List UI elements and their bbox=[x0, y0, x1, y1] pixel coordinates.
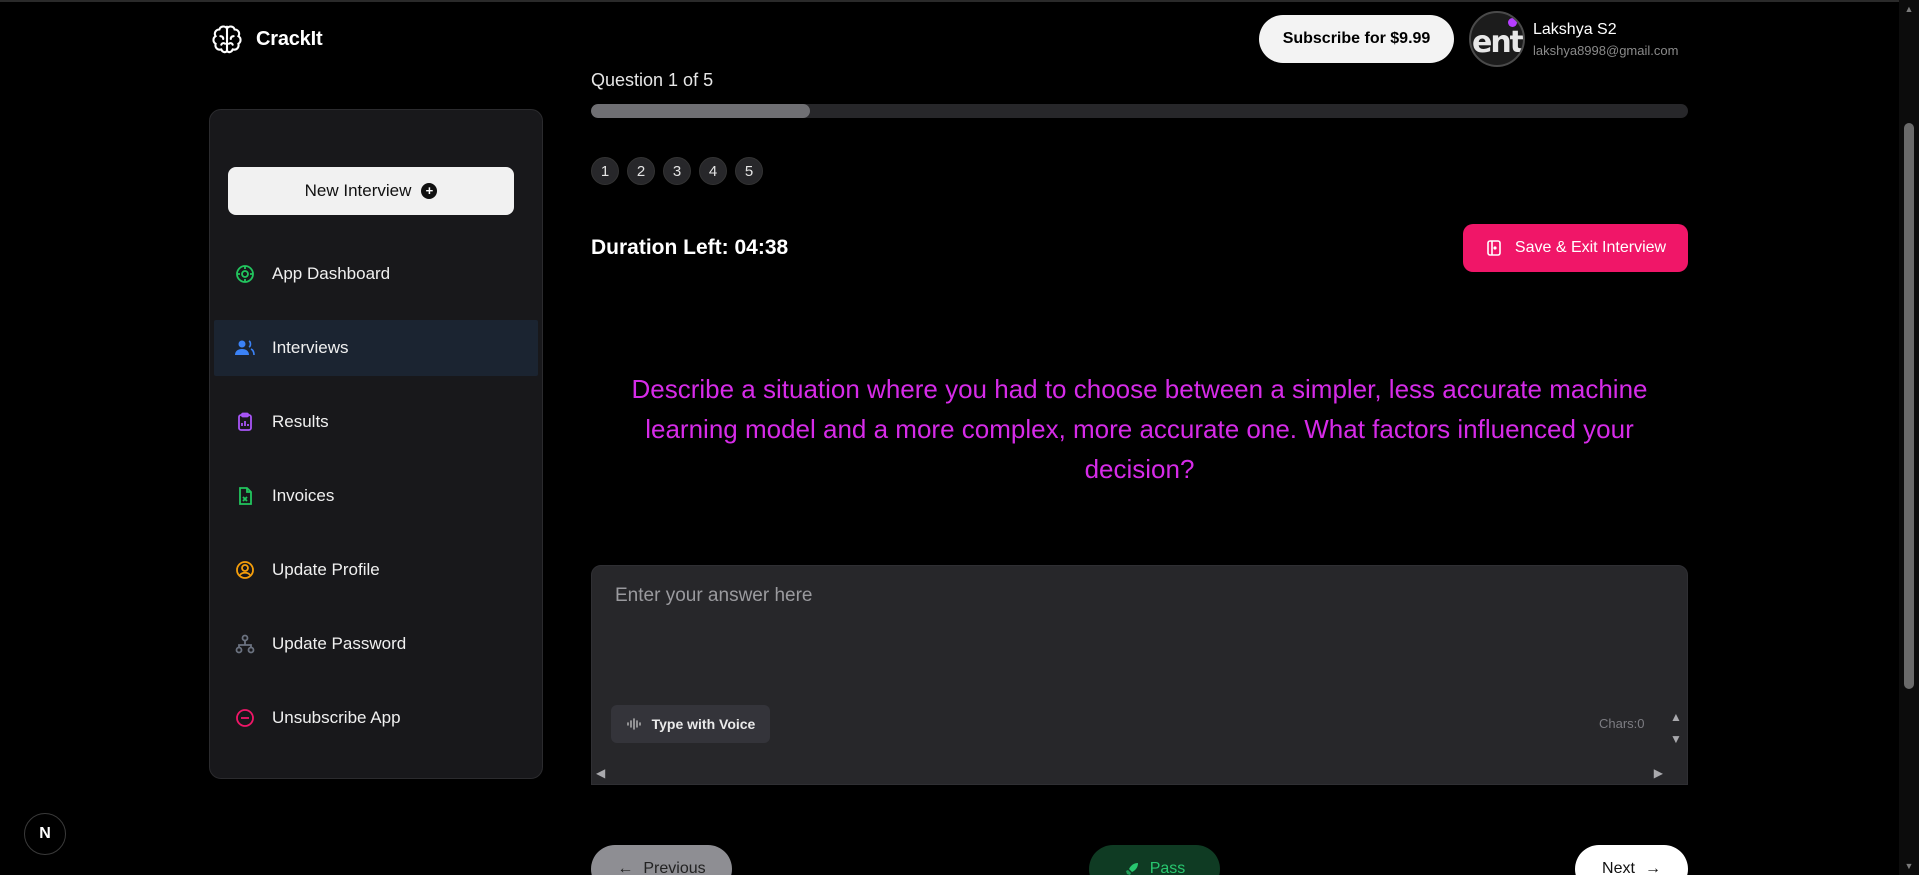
page-scroll-up-icon[interactable]: ▲ bbox=[1903, 3, 1915, 15]
question-counter: Question 1 of 5 bbox=[591, 70, 714, 90]
sidebar-item-update-password[interactable]: Update Password bbox=[214, 616, 538, 672]
top-border bbox=[0, 0, 1919, 2]
previous-button[interactable]: ← Previous bbox=[591, 845, 732, 875]
sidebar-item-label: Update Profile bbox=[272, 560, 380, 579]
pass-label: Pass bbox=[1149, 860, 1186, 875]
dashboard-icon bbox=[234, 263, 256, 285]
sidebar-nav: App Dashboard Interviews Results Invoice… bbox=[214, 246, 538, 764]
avatar-text: ent bbox=[1471, 24, 1523, 60]
previous-label: Previous bbox=[643, 860, 706, 875]
type-with-voice-button[interactable]: Type with Voice bbox=[611, 705, 770, 743]
char-count: Chars:0 bbox=[1599, 716, 1645, 731]
user-email: lakshya8998@gmail.com bbox=[1533, 42, 1679, 58]
scroll-right-arrow-icon[interactable]: ▶ bbox=[1654, 766, 1663, 780]
brain-icon bbox=[212, 25, 242, 54]
question-number-button[interactable]: 1 bbox=[591, 157, 619, 185]
sidebar-item-update-profile[interactable]: Update Profile bbox=[214, 542, 538, 598]
brand-name: CrackIt bbox=[256, 27, 323, 50]
scroll-up-arrow-icon[interactable]: ▲ bbox=[1665, 706, 1687, 728]
sidebar-item-label: Unsubscribe App bbox=[272, 708, 401, 727]
sidebar-item-label: Update Password bbox=[272, 634, 407, 653]
voice-label: Type with Voice bbox=[651, 716, 756, 732]
dev-tools-badge[interactable]: N bbox=[24, 813, 66, 855]
question-number-list: 1 2 3 4 5 bbox=[591, 157, 763, 185]
answer-vertical-scrollbar[interactable]: ▲ ▼ bbox=[1665, 706, 1687, 762]
sidebar-item-unsubscribe-app[interactable]: Unsubscribe App bbox=[214, 690, 538, 746]
online-status-dot bbox=[1508, 18, 1517, 27]
scroll-left-arrow-icon[interactable]: ◀ bbox=[596, 766, 605, 780]
sidebar-item-interviews[interactable]: Interviews bbox=[214, 320, 538, 376]
new-interview-label: New Interview bbox=[304, 181, 412, 200]
exit-icon bbox=[1487, 240, 1501, 256]
sidebar-item-app-dashboard[interactable]: App Dashboard bbox=[214, 246, 538, 302]
page-scroll-thumb[interactable] bbox=[1904, 123, 1914, 689]
avatar[interactable]: ent bbox=[1469, 11, 1525, 67]
answer-horizontal-scrollbar[interactable]: ◀ ▶ bbox=[592, 761, 1667, 784]
user-info: Lakshya S2 lakshya8998@gmail.com bbox=[1533, 21, 1678, 58]
sidebar: New Interview + App Dashboard Interviews… bbox=[209, 109, 543, 779]
answer-box: Type with Voice Chars:0 ▲ ▼ ◀ ▶ bbox=[591, 565, 1688, 785]
sidebar-item-label: Results bbox=[272, 412, 329, 431]
sidebar-item-label: App Dashboard bbox=[272, 264, 391, 283]
sidebar-item-invoices[interactable]: Invoices bbox=[214, 468, 538, 524]
user-circle-icon bbox=[234, 559, 256, 581]
user-menu[interactable]: ent Lakshya S2 lakshya8998@gmail.com bbox=[1469, 11, 1678, 67]
next-button[interactable]: Next → bbox=[1575, 845, 1688, 875]
sidebar-item-label: Interviews bbox=[272, 338, 349, 357]
progress-bar bbox=[591, 104, 1688, 118]
page-scroll-down-icon[interactable]: ▼ bbox=[1903, 860, 1915, 872]
minus-circle-icon bbox=[234, 707, 256, 729]
plus-circle-icon: + bbox=[421, 183, 438, 199]
pass-button[interactable]: Pass bbox=[1089, 845, 1220, 875]
next-label: Next bbox=[1602, 860, 1635, 875]
question-number-button[interactable]: 5 bbox=[735, 157, 763, 185]
clipboard-icon bbox=[234, 411, 256, 433]
new-interview-button[interactable]: New Interview + bbox=[228, 167, 514, 215]
users-icon bbox=[234, 337, 256, 359]
scroll-down-arrow-icon[interactable]: ▼ bbox=[1665, 728, 1687, 750]
save-exit-interview-button[interactable]: Save & Exit Interview bbox=[1463, 224, 1688, 272]
question-number-button[interactable]: 3 bbox=[663, 157, 691, 185]
save-exit-label: Save & Exit Interview bbox=[1514, 239, 1667, 256]
page-scrollbar[interactable]: ▲ ▼ bbox=[1899, 0, 1919, 875]
invoice-icon bbox=[234, 485, 256, 507]
duration-timer: Duration Left: 04:38 bbox=[591, 236, 789, 259]
arrow-right-icon: → bbox=[1644, 860, 1661, 875]
progress-fill bbox=[591, 104, 811, 118]
question-text: Describe a situation where you had to ch… bbox=[631, 374, 1648, 484]
rocket-icon bbox=[1125, 863, 1138, 875]
network-icon bbox=[234, 633, 256, 655]
arrow-left-icon: ← bbox=[617, 860, 634, 875]
question-number-button[interactable]: 4 bbox=[699, 157, 727, 185]
user-name: Lakshya S2 bbox=[1533, 20, 1617, 38]
sidebar-item-label: Invoices bbox=[272, 486, 335, 505]
question-number-button[interactable]: 2 bbox=[627, 157, 655, 185]
subscribe-button[interactable]: Subscribe for $9.99 bbox=[1259, 15, 1454, 63]
sidebar-item-results[interactable]: Results bbox=[214, 394, 538, 450]
waveform-icon bbox=[626, 718, 641, 730]
brand[interactable]: CrackIt bbox=[208, 20, 323, 58]
